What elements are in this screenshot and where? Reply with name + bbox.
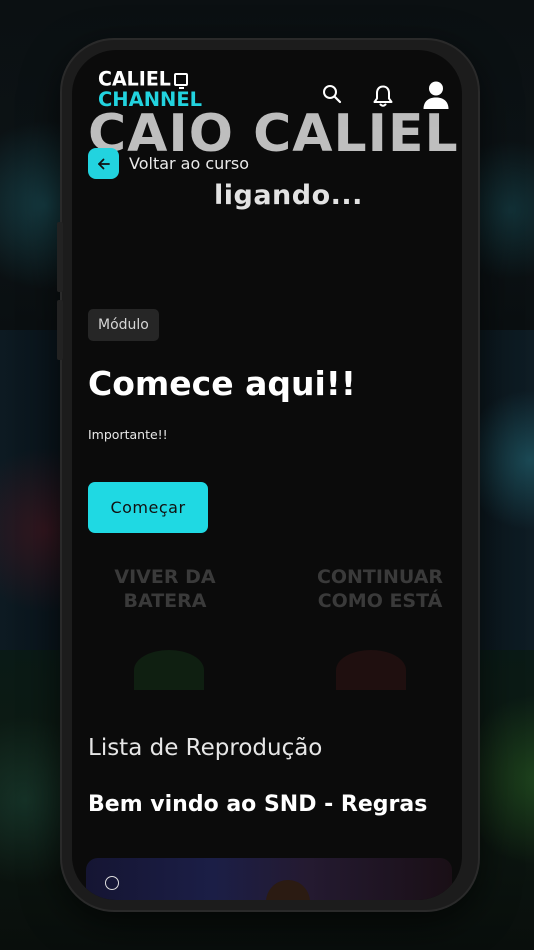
- module-title: Comece aqui!!: [88, 364, 356, 403]
- lesson-radio-icon[interactable]: [105, 876, 119, 890]
- back-to-course[interactable]: Voltar ao curso: [88, 148, 249, 179]
- module-description: Importante!!: [88, 427, 168, 442]
- phone-side-button: [57, 222, 63, 292]
- logo-text-top: CALIEL: [98, 67, 171, 91]
- back-button[interactable]: [88, 148, 119, 179]
- search-icon[interactable]: [322, 84, 342, 104]
- background-shape: [336, 650, 406, 690]
- arrow-left-icon: [97, 158, 110, 169]
- background-option-left: VIVER DA BATERA: [114, 566, 216, 612]
- module-badge: Módulo: [88, 309, 159, 341]
- phone-screen: CALIEL CHANNEL CAIO CALIEL Voltar ao cur…: [72, 50, 462, 900]
- video-status: ligando...: [214, 180, 363, 211]
- background-option-right: CONTINUAR COMO ESTÁ: [316, 566, 444, 612]
- lesson-title[interactable]: Bem vindo ao SND - Regras: [88, 792, 427, 817]
- back-label[interactable]: Voltar ao curso: [129, 154, 249, 173]
- phone-side-button: [57, 300, 63, 360]
- playlist-heading: Lista de Reprodução: [88, 735, 323, 761]
- lesson-thumbnail[interactable]: [86, 858, 452, 900]
- start-button[interactable]: Começar: [88, 482, 208, 533]
- background-shape: [134, 650, 204, 690]
- thumbnail-image: [266, 880, 310, 900]
- tv-icon: [173, 73, 188, 89]
